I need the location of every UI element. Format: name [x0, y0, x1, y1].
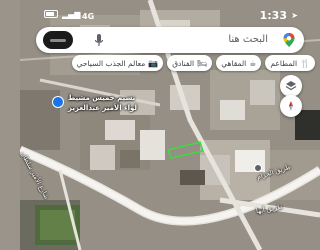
maps-pin-icon [283, 33, 295, 47]
battery-icon [44, 10, 58, 18]
status-time: 1:33 [259, 9, 287, 22]
chip-label: المقاهي [221, 58, 247, 68]
compass-button[interactable] [280, 95, 302, 117]
chip-restaurants[interactable]: 🍴 المطاعم [265, 55, 315, 71]
search-input[interactable]: البحث هنا [228, 34, 268, 45]
camera-icon: 📷 [148, 58, 159, 68]
layers-button[interactable] [280, 75, 302, 97]
compass-icon [289, 101, 293, 111]
place-label[interactable]: لواء الأمير عبدالعزيز [68, 104, 137, 112]
category-chips: 🍴 المطاعم ☕ المقاهي 🛏 الفنادق 📷 معالم ال… [20, 55, 315, 73]
chip-label: المطاعم [270, 58, 298, 68]
chip-tourist-attractions[interactable]: 📷 معالم الجذب السياحي [71, 55, 164, 71]
account-avatar[interactable] [43, 31, 73, 49]
poi-marker-icon[interactable] [254, 164, 262, 172]
microphone-icon[interactable] [94, 33, 104, 47]
chip-label: معالم الجذب السياحي [76, 58, 146, 68]
search-bar[interactable]: البحث هنا [36, 27, 304, 53]
network-type: 4G [82, 12, 95, 21]
place-label[interactable]: نسيم خميس مشيط [68, 94, 135, 102]
fork-knife-icon: 🍴 [300, 58, 310, 68]
chip-hotels[interactable]: 🛏 الفنادق [167, 55, 213, 71]
chip-cafes[interactable]: ☕ المقاهي [216, 55, 262, 71]
bed-icon: 🛏 [197, 58, 208, 68]
signal-icon: ▂▄▆ [62, 10, 81, 19]
chip-label: الفنادق [172, 58, 195, 68]
coffee-icon: ☕ [249, 58, 257, 68]
location-arrow-icon: ➤ [291, 11, 298, 20]
layers-icon [285, 81, 297, 91]
place-pin-icon[interactable] [52, 96, 64, 108]
status-bar: 1:33 ➤ ▂▄▆ 4G [20, 0, 320, 30]
